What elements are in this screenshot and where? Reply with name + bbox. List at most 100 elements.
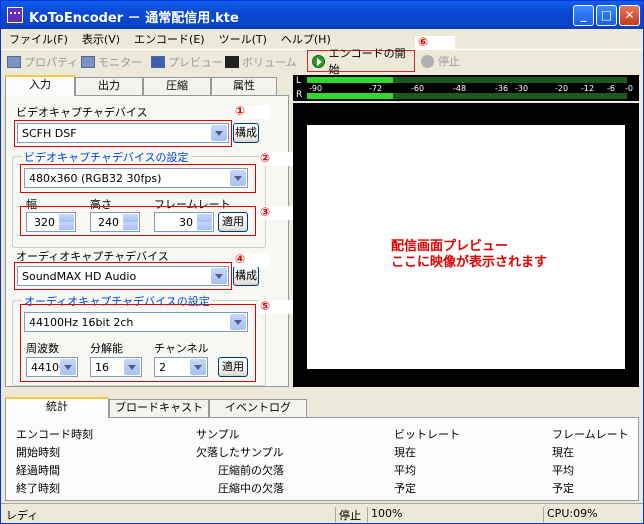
- meter-scale-tick: -20: [555, 84, 569, 93]
- main-window: KoToEncoder － 通常配信用.kte _ □ ✕ ファイル(F) 表示(…: [0, 0, 644, 524]
- callout-4: ④: [235, 252, 246, 266]
- properties-button[interactable]: プロパティ: [7, 53, 78, 71]
- spin-down-icon[interactable]: [59, 222, 74, 230]
- audio-config-button[interactable]: 構成: [233, 266, 259, 286]
- framerate-expected-label: 予定: [552, 482, 574, 495]
- tab-broadcast[interactable]: ブロードキャスト: [109, 399, 209, 417]
- dropped-samples-label: 欠落したサンプル: [196, 446, 284, 459]
- spin-up-icon[interactable]: [197, 214, 212, 222]
- resolution-label: 分解能: [90, 342, 123, 355]
- framerate-current-label: 現在: [552, 446, 574, 459]
- status-zoom: 100%: [367, 507, 541, 522]
- status-state: 停止: [335, 507, 365, 522]
- meter-scale-tick: -36: [495, 84, 509, 93]
- chevron-down-icon[interactable]: [211, 268, 227, 284]
- spin-up-icon[interactable]: [123, 214, 138, 222]
- menu-file[interactable]: ファイル(F): [1, 29, 74, 47]
- menu-view[interactable]: 表示(V): [74, 29, 126, 47]
- frequency-label: 周波数: [26, 342, 59, 355]
- preview-icon: [151, 56, 165, 68]
- video-apply-button[interactable]: 適用: [218, 212, 248, 232]
- audio-apply-button[interactable]: 適用: [218, 357, 248, 377]
- spin-down-icon[interactable]: [197, 222, 212, 230]
- meter-scale-tick: -30: [515, 84, 529, 93]
- spin-down-icon[interactable]: [123, 222, 138, 230]
- callout-1: ①: [235, 104, 246, 118]
- frequency-select[interactable]: 44100: [26, 357, 78, 377]
- volume-button[interactable]: ボリューム: [225, 53, 297, 71]
- preview-screen: 配信画面プレビュー ここに映像が表示されます: [307, 125, 625, 369]
- status-bar: レディ 停止 100% CPU:09%: [1, 503, 643, 523]
- preview-button[interactable]: プレビュー: [151, 53, 223, 71]
- window-title: KoToEncoder － 通常配信用.kte: [29, 11, 239, 26]
- right-channel-label: R: [296, 90, 303, 100]
- channel-select[interactable]: 2: [154, 357, 208, 377]
- left-level-bar: [307, 77, 393, 83]
- meter-scale-tick: -12: [581, 84, 595, 93]
- statistics-panel: エンコード時刻 開始時刻 経過時間 終了時刻 サンプル 欠落したサンプル 圧縮前…: [5, 417, 639, 501]
- callout-6: ⑥: [418, 35, 429, 49]
- monitor-icon: [81, 56, 95, 68]
- minimize-button[interactable]: _: [573, 5, 594, 26]
- maximize-button[interactable]: □: [596, 5, 617, 26]
- start-time-label: 開始時刻: [16, 446, 60, 459]
- callout-5: ⑤: [260, 299, 271, 313]
- chevron-down-icon[interactable]: [124, 359, 140, 375]
- video-config-button[interactable]: 構成: [233, 123, 259, 143]
- stop-icon: [421, 54, 434, 68]
- framerate-spinner[interactable]: 30: [154, 212, 214, 232]
- menu-tools[interactable]: ツール(T): [211, 29, 273, 47]
- width-spinner[interactable]: 320: [26, 212, 76, 232]
- pre-compression-drop-label: 圧縮前の欠落: [218, 464, 284, 477]
- menu-encode[interactable]: エンコード(E): [126, 29, 211, 47]
- spin-up-icon[interactable]: [59, 214, 74, 222]
- bitrate-current-label: 現在: [394, 446, 416, 459]
- audio-device-select[interactable]: SoundMAX HD Audio: [17, 266, 229, 286]
- play-icon: [312, 54, 325, 68]
- framerate-header: フレームレート: [552, 428, 629, 441]
- resolution-select[interactable]: 16: [90, 357, 142, 377]
- tab-statistics[interactable]: 統計: [5, 397, 109, 418]
- input-tab-panel: ビデオキャプチャデバイス SCFH DSF 構成 ① ビデオキャプチャデバイスの…: [5, 95, 299, 387]
- elapsed-time-label: 経過時間: [16, 464, 60, 477]
- audio-format-select[interactable]: 44100Hz 16bit 2ch: [24, 312, 248, 332]
- tab-output[interactable]: 出力: [75, 77, 143, 95]
- video-device-select[interactable]: SCFH DSF: [17, 123, 229, 143]
- menu-help[interactable]: ヘルプ(H): [273, 29, 337, 47]
- app-icon: [7, 7, 23, 23]
- audio-level-meter: L R -90 -72 -60 -48 -36 -30 -20 -12 -6 -…: [293, 75, 639, 101]
- video-format-select[interactable]: 480x360 (RGB32 30fps): [24, 168, 248, 188]
- meter-scale-tick: -6: [607, 84, 615, 93]
- chevron-down-icon[interactable]: [230, 314, 246, 330]
- properties-icon: [7, 56, 21, 68]
- chevron-down-icon[interactable]: [60, 359, 76, 375]
- title-bar[interactable]: KoToEncoder － 通常配信用.kte _ □ ✕: [1, 1, 643, 29]
- stats-panel: 統計 ブロードキャスト イベントログ エンコード時刻 開始時刻 経過時間 終了時…: [5, 397, 639, 501]
- status-cpu: CPU:09%: [543, 507, 639, 522]
- height-spinner[interactable]: 240: [90, 212, 140, 232]
- stop-button[interactable]: 停止: [421, 53, 460, 69]
- chevron-down-icon[interactable]: [211, 125, 227, 141]
- preview-area: 配信画面プレビュー ここに映像が表示されます: [293, 103, 639, 387]
- tab-compression[interactable]: 圧縮: [143, 77, 211, 95]
- status-text: レディ: [6, 509, 39, 522]
- bitrate-expected-label: 予定: [394, 482, 416, 495]
- meter-scale-tick: -72: [369, 84, 383, 93]
- tab-event-log[interactable]: イベントログ: [209, 399, 307, 417]
- in-compression-drop-label: 圧縮中の欠落: [218, 482, 284, 495]
- close-button[interactable]: ✕: [619, 5, 640, 26]
- volume-icon: [225, 56, 239, 68]
- preview-placeholder: 配信画面プレビュー ここに映像が表示されます: [391, 239, 548, 270]
- monitor-button[interactable]: モニター: [81, 53, 142, 71]
- callout-2: ②: [260, 151, 271, 165]
- meter-scale-tick: -48: [453, 84, 467, 93]
- tab-input[interactable]: 入力: [5, 75, 75, 96]
- left-channel-label: L: [296, 76, 302, 86]
- meter-scale-tick: -60: [411, 84, 425, 93]
- video-device-label: ビデオキャプチャデバイス: [16, 106, 148, 119]
- chevron-down-icon[interactable]: [230, 170, 246, 186]
- tab-attributes[interactable]: 属性: [211, 77, 277, 95]
- bitrate-average-label: 平均: [394, 464, 416, 477]
- encode-start-button[interactable]: エンコードの開始: [307, 47, 415, 76]
- chevron-down-icon[interactable]: [190, 359, 206, 375]
